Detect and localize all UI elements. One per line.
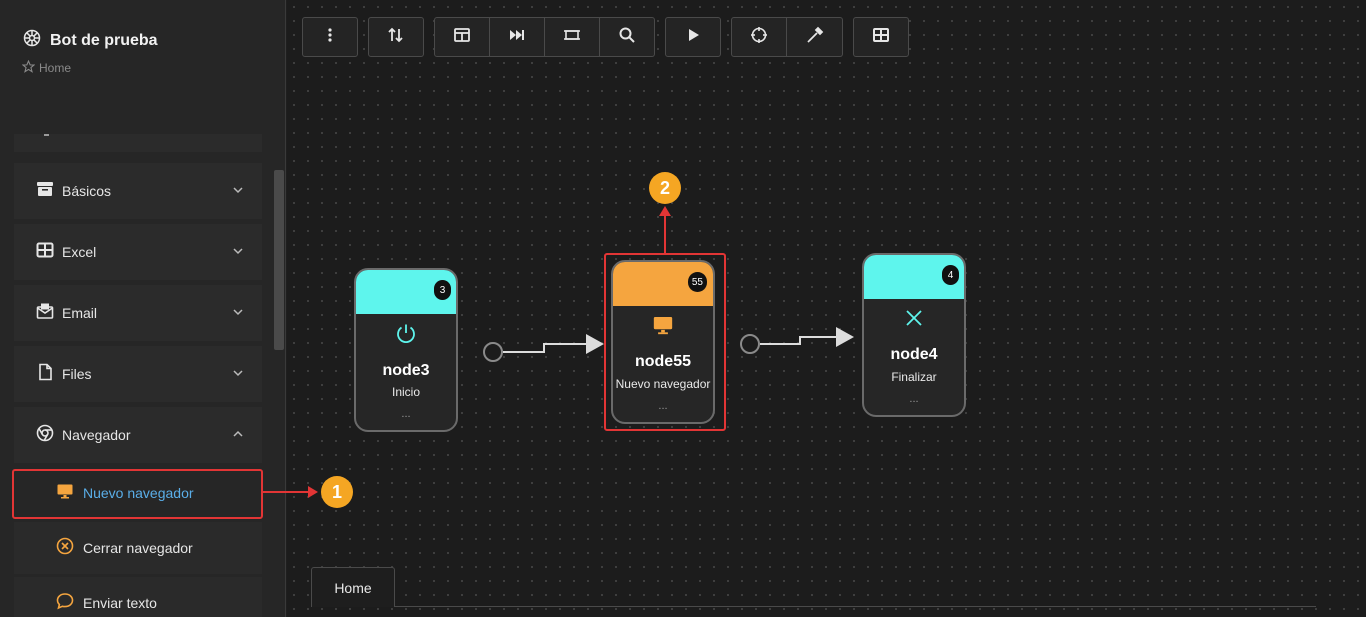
annotation-arrowhead-2 [659, 206, 671, 216]
output-port-node3[interactable] [483, 342, 503, 362]
annotation-badge-2: 2 [649, 172, 681, 204]
node-title: node3 [382, 362, 430, 379]
connector-arrowhead [586, 334, 604, 354]
output-port-node55[interactable] [740, 334, 760, 354]
flow-node-node3[interactable]: 3 node3 Inicio ... [354, 268, 458, 432]
annotation-arrowhead-1 [308, 486, 318, 498]
node-footer: ... [401, 408, 411, 420]
node-description: Inicio [391, 385, 420, 399]
annotation-badge-1: 1 [321, 476, 353, 508]
connector-edge-node3-node55 [503, 343, 588, 353]
node-description: Finalizar [891, 370, 937, 384]
flow-node-node4[interactable]: 4 node4 Finalizar ... [862, 253, 966, 417]
highlight-box-sidebar-item [12, 469, 263, 519]
tabs-divider [311, 606, 1316, 607]
connector-edge-node55-node4 [760, 336, 838, 345]
node-badge: 4 [942, 265, 959, 285]
node-title: node4 [890, 346, 938, 363]
app-window: Bot de prueba Home Básicos Excel Email F… [0, 0, 1366, 617]
tab-home[interactable]: Home [311, 567, 395, 607]
node-badge: 3 [434, 280, 451, 300]
highlight-box-node [604, 253, 726, 431]
node-footer: ... [909, 393, 919, 405]
connector-arrowhead [836, 327, 854, 347]
x-icon [864, 307, 964, 329]
power-icon [356, 322, 456, 346]
